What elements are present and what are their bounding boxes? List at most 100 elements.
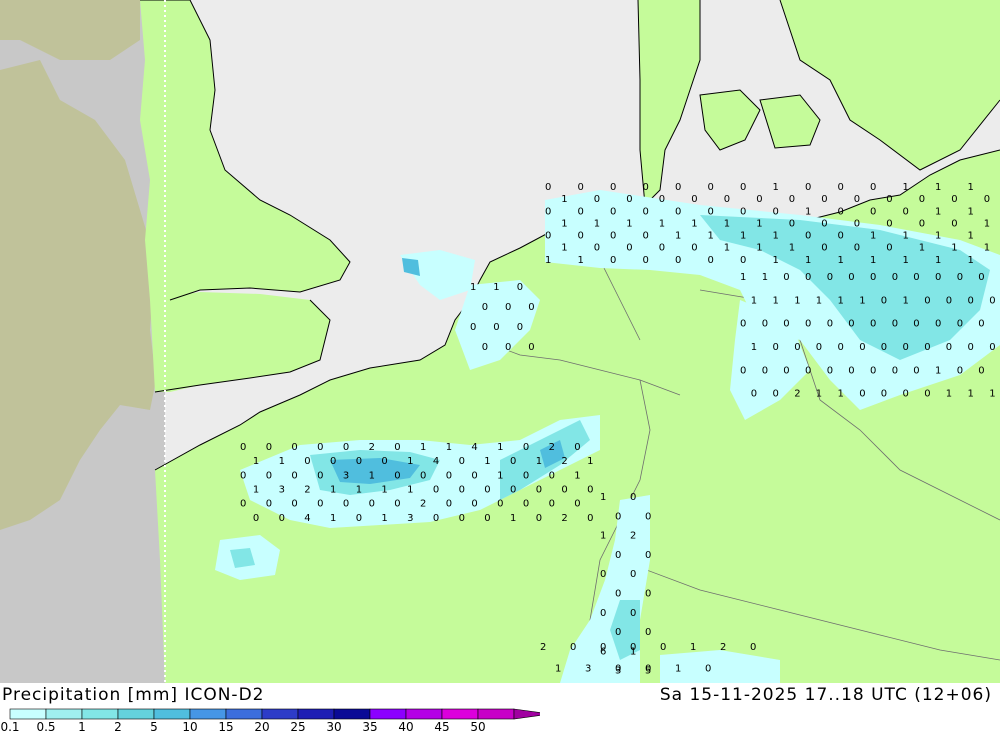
station-value: 0	[946, 342, 952, 353]
station-value: 0	[626, 194, 632, 205]
legend-tick-label: 0.1	[0, 720, 19, 733]
station-value: 2	[549, 442, 555, 453]
legend-tick-label: 50	[470, 720, 485, 733]
station-value: 1	[946, 389, 952, 400]
station-value: 0	[913, 319, 919, 330]
station-value: 0	[989, 295, 995, 306]
station-value: 0	[924, 389, 930, 400]
station-value: 0	[482, 342, 488, 353]
station-value: 0	[838, 342, 844, 353]
station-value: 0	[517, 282, 523, 293]
station-value: 0	[789, 218, 795, 229]
station-value: 0	[821, 218, 827, 229]
station-value: 4	[471, 442, 477, 453]
station-value: 0	[805, 272, 811, 283]
station-value: 0	[951, 194, 957, 205]
station-value: 0	[805, 182, 811, 193]
station-value: 1	[587, 456, 593, 467]
legend-tick-label: 30	[326, 720, 341, 733]
station-value: 0	[705, 664, 711, 675]
station-value: 0	[724, 194, 730, 205]
station-value: 0	[968, 295, 974, 306]
station-value: 1	[773, 231, 779, 242]
legend-swatch	[405, 708, 443, 720]
legend-tick-label: 15	[218, 720, 233, 733]
station-value: 1	[356, 485, 362, 496]
station-value: 0	[317, 499, 323, 510]
station-value: 0	[892, 272, 898, 283]
station-value: 0	[600, 642, 606, 653]
station-value: 0	[561, 485, 567, 496]
legend-swatch	[189, 708, 227, 720]
legend-tick-label: 25	[290, 720, 305, 733]
station-value: 2	[794, 389, 800, 400]
station-value: 0	[816, 342, 822, 353]
station-value: 0	[594, 194, 600, 205]
legend-tick-label: 2	[114, 720, 122, 733]
station-value: 0	[615, 589, 621, 600]
station-value: 1	[838, 389, 844, 400]
station-value: 1	[724, 243, 730, 254]
station-value: 2	[304, 485, 310, 496]
station-value: 0	[594, 243, 600, 254]
station-value: 0	[708, 182, 714, 193]
station-value: 0	[886, 218, 892, 229]
station-value: 0	[493, 322, 499, 333]
station-value: 0	[610, 182, 616, 193]
station-value: 0	[615, 550, 621, 561]
station-value: 0	[886, 243, 892, 254]
station-value: 0	[913, 272, 919, 283]
station-value: 0	[708, 255, 714, 266]
station-value: 0	[805, 231, 811, 242]
station-value: 1	[740, 231, 746, 242]
model-name: ICON-D2	[184, 685, 265, 705]
station-value: 0	[471, 470, 477, 481]
station-value: 1	[870, 255, 876, 266]
station-value: 1	[968, 231, 974, 242]
station-value: 0	[957, 319, 963, 330]
station-value: 0	[773, 389, 779, 400]
station-value: 0	[587, 513, 593, 524]
legend-tick-label: 45	[434, 720, 449, 733]
station-value: 2	[561, 513, 567, 524]
station-value: 0	[545, 182, 551, 193]
station-value: 0	[433, 485, 439, 496]
station-value: 2	[369, 442, 375, 453]
station-value: 1	[407, 456, 413, 467]
precipitation-map: 0000000100011110000000000000000000001000…	[0, 0, 1000, 683]
station-value: 0	[827, 319, 833, 330]
station-value: 0	[459, 513, 465, 524]
station-value: 1	[659, 218, 665, 229]
station-value: 1	[561, 194, 567, 205]
station-value: 0	[957, 365, 963, 376]
legend-swatch	[225, 708, 263, 720]
station-value: 0	[691, 243, 697, 254]
station-value: 0	[484, 513, 490, 524]
station-value: 0	[645, 550, 651, 561]
station-value: 0	[615, 511, 621, 522]
station-value: 0	[459, 456, 465, 467]
station-value: 0	[881, 342, 887, 353]
station-value: 1	[935, 182, 941, 193]
station-value: 0	[369, 499, 375, 510]
station-value: 0	[870, 365, 876, 376]
station-value: 1	[446, 442, 452, 453]
station-value: 1	[968, 389, 974, 400]
station-value: 0	[870, 272, 876, 283]
station-value: 3	[343, 470, 349, 481]
station-value: 0	[587, 485, 593, 496]
station-value: 0	[783, 272, 789, 283]
station-value: 1	[330, 513, 336, 524]
station-value: 0	[675, 182, 681, 193]
station-value: 0	[859, 342, 865, 353]
station-value: 1	[470, 282, 476, 293]
station-value: 1	[789, 243, 795, 254]
station-value: 0	[523, 442, 529, 453]
station-value: 0	[471, 499, 477, 510]
station-value: 0	[805, 365, 811, 376]
station-value: 0	[740, 206, 746, 217]
station-value: 0	[549, 470, 555, 481]
station-value: 0	[870, 182, 876, 193]
station-value: 1	[935, 255, 941, 266]
station-value: 0	[356, 456, 362, 467]
